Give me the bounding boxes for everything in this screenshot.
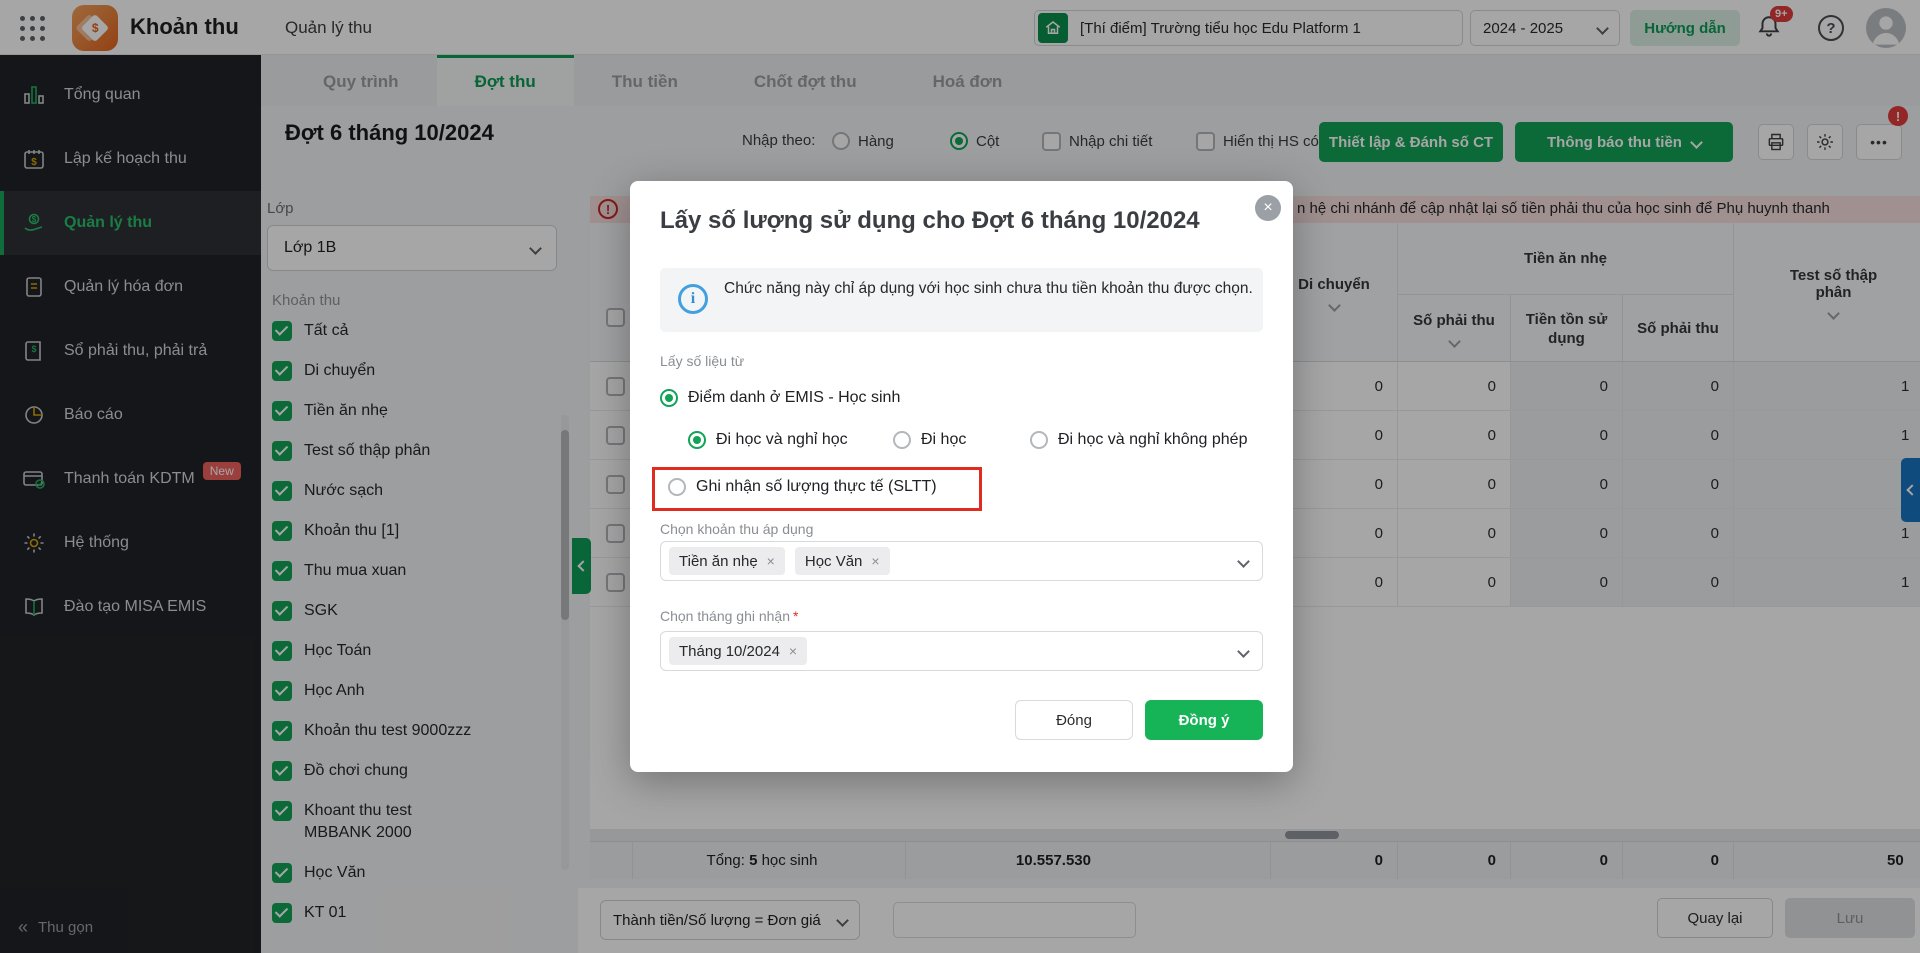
radio-icon (1030, 431, 1048, 449)
remove-tag-icon[interactable]: × (789, 643, 797, 659)
radio-checked-icon (660, 389, 678, 407)
radio-di-hoc-va-nghi-khong-phep[interactable]: Đi học và nghỉ không phép (1030, 431, 1247, 449)
radio-icon (668, 478, 686, 496)
info-icon: i (678, 284, 708, 314)
chevron-down-icon (1237, 555, 1250, 568)
month-tag: Tháng 10/2024 × (669, 637, 807, 665)
info-box: i Chức năng này chỉ áp dụng với học sinh… (660, 268, 1263, 332)
modal-title: Lấy số lượng sử dụng cho Đợt 6 tháng 10/… (660, 207, 1200, 235)
app-root: $ Khoản thu Quản lý thu [Thí điểm] Trườn… (0, 0, 1920, 953)
close-icon[interactable]: × (1255, 195, 1281, 221)
modal-confirm-button[interactable]: Đồng ý (1145, 700, 1263, 740)
radio-di-hoc[interactable]: Đi học (893, 431, 966, 449)
radio-icon (893, 431, 911, 449)
required-asterisk: * (793, 608, 798, 624)
usage-quantity-modal: × Lấy số lượng sử dụng cho Đợt 6 tháng 1… (630, 181, 1293, 772)
chevron-down-icon (1237, 645, 1250, 658)
source-label: Lấy số liệu từ (660, 353, 744, 369)
fee-multiselect[interactable]: Tiền ăn nhẹ × Học Văn × (660, 541, 1263, 581)
month-select-label: Chọn tháng ghi nhận* (660, 608, 798, 624)
info-text: Chức năng này chỉ áp dụng với học sinh c… (724, 278, 1254, 300)
radio-di-hoc-va-nghi-hoc[interactable]: Đi học và nghỉ học (688, 431, 848, 449)
radio-ghi-nhan-sltt[interactable]: Ghi nhận số lượng thực tế (SLTT) (668, 478, 937, 496)
fee-tag: Học Văn × (795, 547, 890, 575)
fee-tag: Tiền ăn nhẹ × (669, 547, 785, 575)
radio-attendance-emis[interactable]: Điểm danh ở EMIS - Học sinh (660, 389, 900, 407)
remove-tag-icon[interactable]: × (767, 553, 775, 569)
modal-close-button[interactable]: Đóng (1015, 700, 1133, 740)
remove-tag-icon[interactable]: × (871, 553, 879, 569)
month-multiselect[interactable]: Tháng 10/2024 × (660, 631, 1263, 671)
radio-checked-icon (688, 431, 706, 449)
fee-select-label: Chọn khoản thu áp dụng (660, 521, 813, 537)
